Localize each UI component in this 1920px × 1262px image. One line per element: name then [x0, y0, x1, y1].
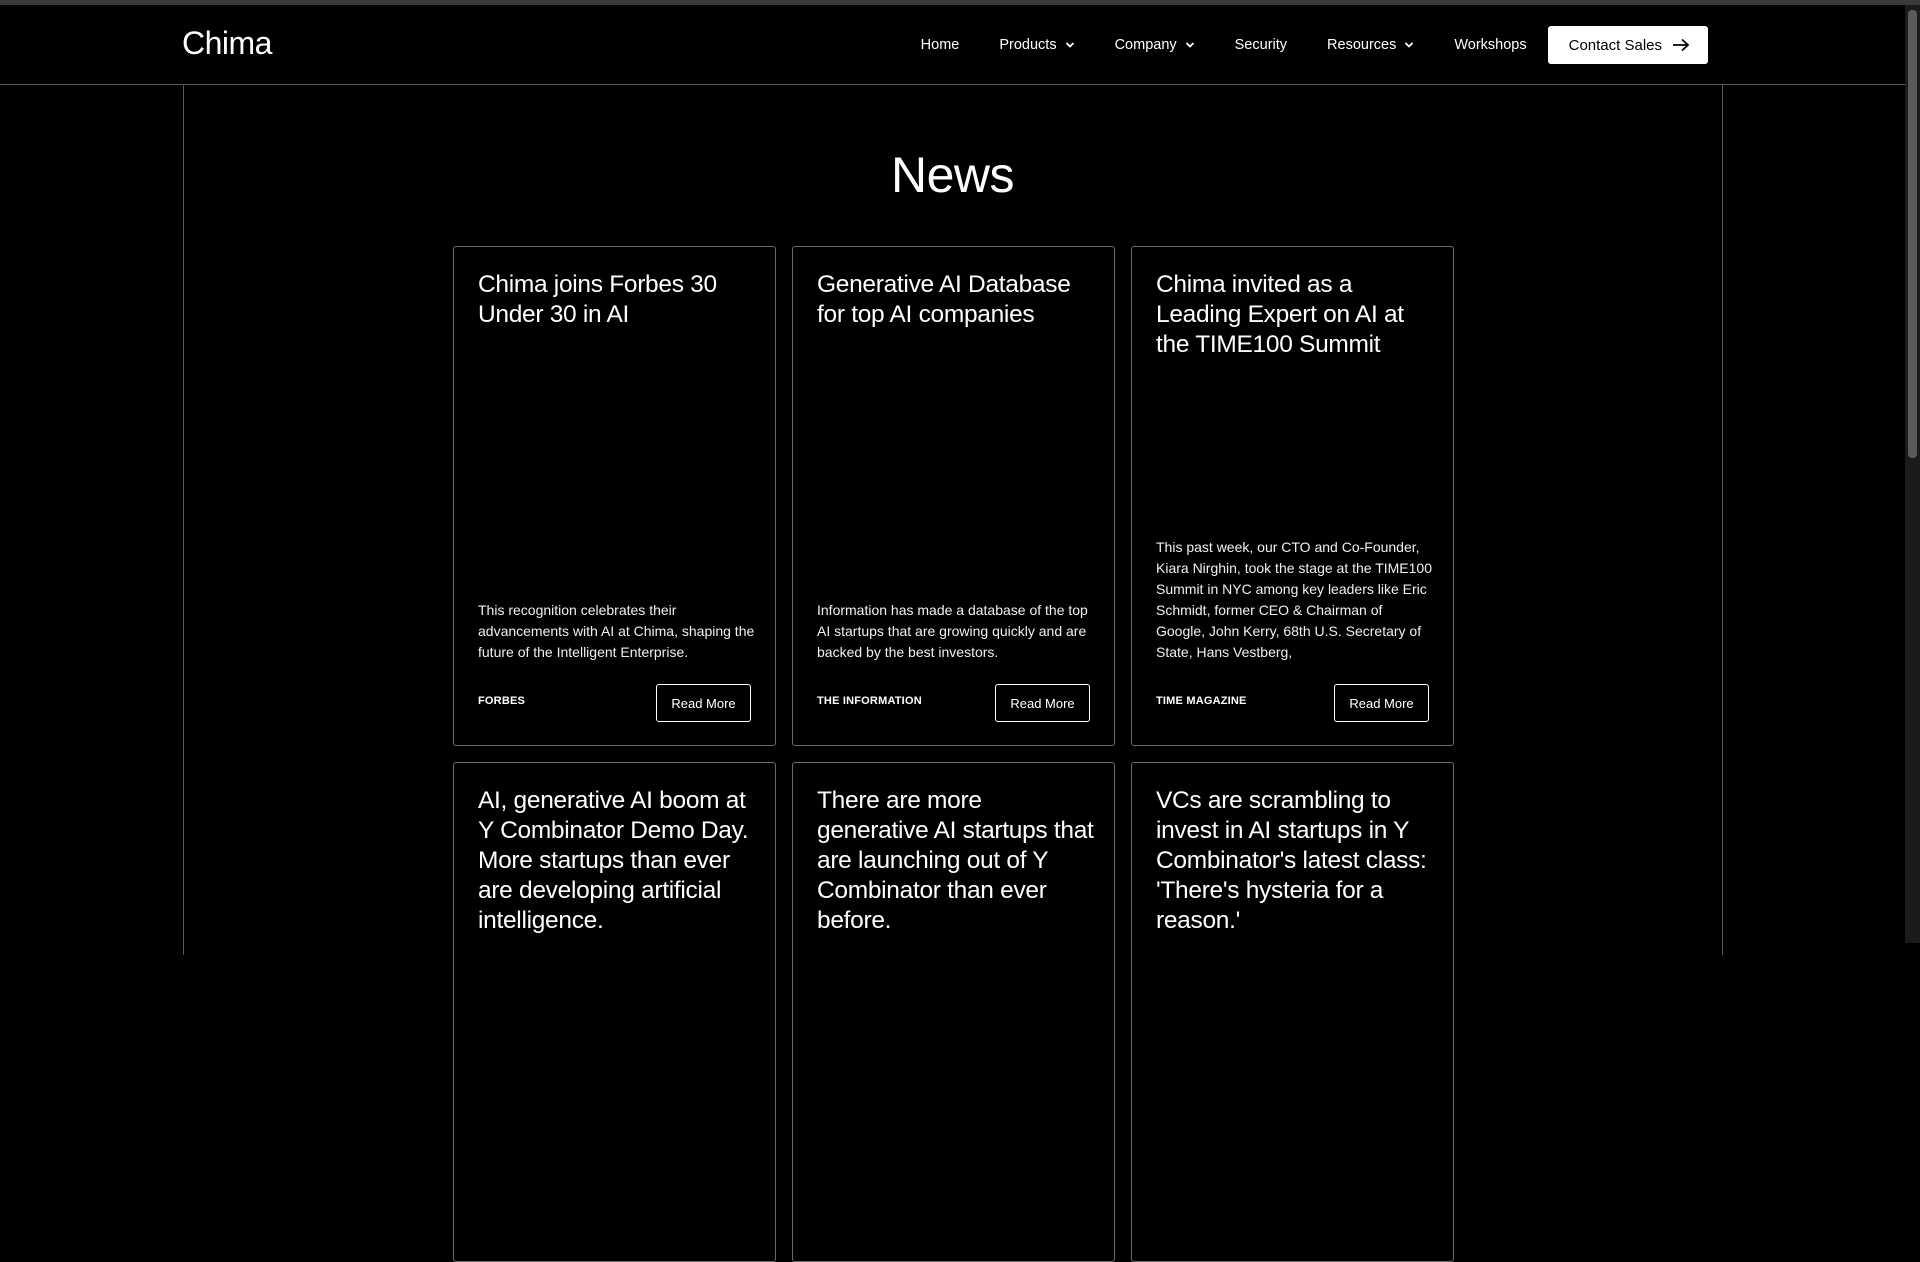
- news-card-source: FORBES: [478, 695, 526, 707]
- cta-label: Contact Sales: [1568, 36, 1662, 54]
- nav-item-workshops[interactable]: Workshops: [1454, 37, 1526, 53]
- brand-logo[interactable]: Chima: [182, 25, 272, 62]
- news-card-title: Generative AI Database for top AI compan…: [817, 271, 1071, 328]
- nav-item-company[interactable]: Company: [1115, 37, 1195, 53]
- site-header: Chima Home Products Company Security Res…: [0, 5, 1905, 85]
- news-card-title: Chima invited as a Leading Expert on AI …: [1156, 271, 1404, 358]
- page-title: News: [890, 147, 1015, 203]
- news-card: There are more generative AI startups th…: [792, 762, 1115, 1262]
- nav-label: Workshops: [1454, 37, 1527, 53]
- news-card: VCs are scrambling to invest in AI start…: [1131, 762, 1454, 1262]
- nav-item-resources[interactable]: Resources: [1327, 37, 1414, 53]
- nav-item-security[interactable]: Security: [1235, 37, 1287, 53]
- nav-item-home[interactable]: Home: [921, 37, 960, 53]
- nav-label: Home: [920, 37, 960, 53]
- news-card-title: VCs are scrambling to invest in AI start…: [1156, 787, 1427, 934]
- news-card-source: THE INFORMATION: [817, 695, 922, 707]
- contact-sales-button[interactable]: Contact Sales: [1547, 26, 1708, 64]
- news-card: AI, generative AI boom at Y Combinator D…: [453, 762, 776, 1262]
- nav-label: Resources: [1327, 37, 1397, 53]
- arrow-right-icon: [1673, 38, 1690, 52]
- page-scrollbar[interactable]: [1905, 5, 1920, 943]
- read-more-button[interactable]: Read More: [995, 684, 1090, 722]
- news-card-title: There are more generative AI startups th…: [817, 787, 1094, 934]
- news-card-description: This recognition celebrates their advanc…: [478, 602, 755, 660]
- scrollbar-thumb[interactable]: [1908, 10, 1917, 458]
- main-nav: Home Products Company Security Resources…: [921, 26, 1708, 64]
- chevron-down-icon: [1065, 42, 1074, 48]
- nav-label: Security: [1234, 37, 1288, 53]
- news-card-description: Information has made a database of the t…: [817, 602, 1088, 660]
- news-card: Generative AI Database for top AI compan…: [792, 246, 1115, 746]
- news-card: Chima invited as a Leading Expert on AI …: [1131, 246, 1454, 746]
- news-card-description: This past week, our CTO and Co-Founder, …: [1156, 539, 1433, 660]
- chevron-down-icon: [1405, 42, 1414, 48]
- chevron-down-icon: [1185, 42, 1194, 48]
- news-card-source: TIME MAGAZINE: [1156, 695, 1247, 707]
- read-more-button[interactable]: Read More: [656, 684, 751, 722]
- news-card-title: Chima joins Forbes 30 Under 30 in AI: [478, 271, 717, 328]
- news-grid: Chima joins Forbes 30 Under 30 in AI Thi…: [453, 246, 1454, 1262]
- news-card: Chima joins Forbes 30 Under 30 in AI Thi…: [453, 246, 776, 746]
- news-card-title: AI, generative AI boom at Y Combinator D…: [478, 787, 749, 934]
- nav-label: Company: [1114, 37, 1177, 53]
- nav-item-products[interactable]: Products: [999, 37, 1074, 53]
- read-more-button[interactable]: Read More: [1334, 684, 1429, 722]
- nav-label: Products: [999, 37, 1057, 53]
